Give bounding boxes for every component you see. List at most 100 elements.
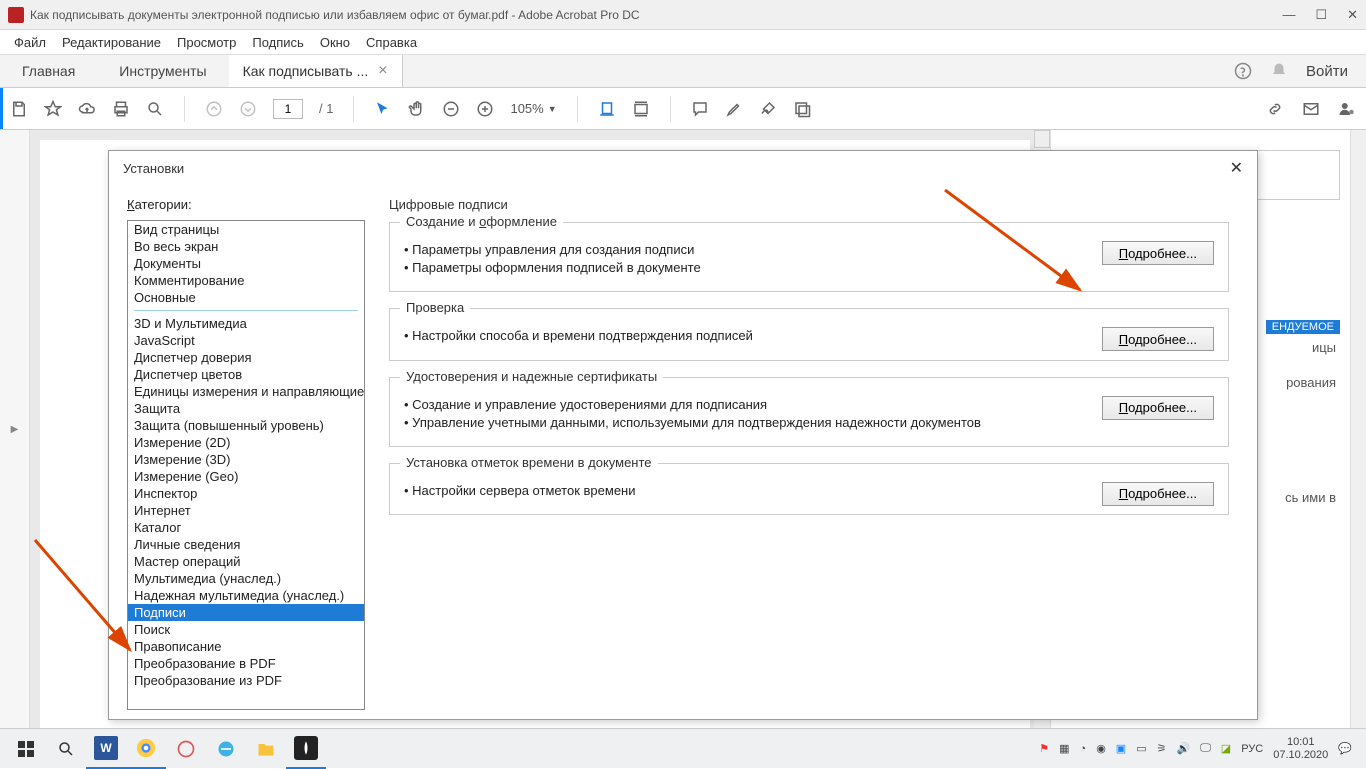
tab-document[interactable]: Как подписывать ... × bbox=[229, 55, 403, 87]
bullet-ident-2: Управление учетными данными, используемы… bbox=[404, 414, 1214, 432]
tray-clock[interactable]: 10:01 07.10.2020 bbox=[1273, 736, 1328, 760]
category-item[interactable]: Каталог bbox=[128, 519, 364, 536]
category-item[interactable]: Преобразование в PDF bbox=[128, 655, 364, 672]
zoom-level[interactable]: 105% ▼ bbox=[510, 101, 556, 116]
sign-icon[interactable] bbox=[759, 100, 777, 118]
dialog-close-icon[interactable]: ✕ bbox=[1230, 158, 1243, 178]
menu-view[interactable]: Просмотр bbox=[177, 35, 236, 50]
menu-sign[interactable]: Подпись bbox=[252, 35, 303, 50]
tray-language[interactable]: РУС bbox=[1241, 743, 1263, 755]
bullet-verify-1: Настройки способа и времени подтверждени… bbox=[404, 327, 1214, 345]
zoom-in-icon[interactable] bbox=[476, 100, 494, 118]
tray-icon-3[interactable]: ◉ bbox=[1096, 742, 1106, 755]
save-icon[interactable] bbox=[10, 100, 28, 118]
more-button-creation[interactable]: Подробнее... bbox=[1102, 241, 1214, 265]
taskbar-app-icon-1[interactable] bbox=[166, 729, 206, 769]
fit-width-icon[interactable] bbox=[598, 100, 616, 118]
more-button-timestamp[interactable]: Подробнее... bbox=[1102, 482, 1214, 506]
dialog-title: Установки bbox=[123, 161, 1230, 176]
start-button[interactable] bbox=[6, 729, 46, 769]
category-item[interactable]: Мультимедиа (унаслед.) bbox=[128, 570, 364, 587]
more-button-verification[interactable]: Подробнее... bbox=[1102, 327, 1214, 351]
share-icon[interactable] bbox=[1338, 100, 1356, 118]
category-item[interactable]: Защита (повышенный уровень) bbox=[128, 417, 364, 434]
category-item[interactable]: 3D и Мультимедиа bbox=[128, 315, 364, 332]
taskbar-explorer-icon[interactable] bbox=[246, 729, 286, 769]
tray-icon-usb[interactable]: ⚑ bbox=[1039, 742, 1049, 755]
categories-list[interactable]: Вид страницыВо весь экранДокументыКоммен… bbox=[127, 220, 365, 710]
link-icon[interactable] bbox=[1266, 100, 1284, 118]
tray-monitor-icon[interactable]: 🖵 bbox=[1200, 742, 1211, 755]
tray-icon-4[interactable]: ▣ bbox=[1116, 742, 1126, 755]
print-icon[interactable] bbox=[112, 100, 130, 118]
menu-help[interactable]: Справка bbox=[366, 35, 417, 50]
category-item[interactable]: Надежная мультимедиа (унаслед.) bbox=[128, 587, 364, 604]
help-icon[interactable] bbox=[1234, 62, 1252, 80]
category-item[interactable]: Поиск bbox=[128, 621, 364, 638]
search-icon[interactable] bbox=[146, 100, 164, 118]
close-button[interactable]: ✕ bbox=[1347, 7, 1358, 23]
minimize-button[interactable]: — bbox=[1282, 7, 1295, 23]
tray-volume-icon[interactable]: 🔊 bbox=[1176, 742, 1190, 755]
preferences-dialog: Установки ✕ Категории: Вид страницыВо ве… bbox=[108, 150, 1258, 720]
window-titlebar: Как подписывать документы электронной по… bbox=[0, 0, 1366, 30]
comment-icon[interactable] bbox=[691, 100, 709, 118]
tray-nvidia-icon[interactable]: ◪ bbox=[1221, 742, 1231, 755]
tab-close-icon[interactable]: × bbox=[378, 62, 387, 80]
taskbar-search-icon[interactable] bbox=[46, 729, 86, 769]
panel-scrollbar[interactable] bbox=[1350, 130, 1366, 728]
category-item[interactable]: Личные сведения bbox=[128, 536, 364, 553]
tray-wifi-icon[interactable]: ⚞ bbox=[1157, 742, 1167, 755]
system-tray: ⚑ ▦ ◔ ◉ ▣ ▭ ⚞ 🔊 🖵 ◪ РУС 10:01 07.10.2020… bbox=[1031, 736, 1360, 760]
pointer-icon[interactable] bbox=[374, 100, 392, 118]
menu-edit[interactable]: Редактирование bbox=[62, 35, 161, 50]
tab-tools[interactable]: Инструменты bbox=[97, 55, 228, 87]
category-item[interactable]: Во весь экран bbox=[128, 238, 364, 255]
zoom-out-icon[interactable] bbox=[442, 100, 460, 118]
category-item[interactable]: Вид страницы bbox=[128, 221, 364, 238]
tray-notifications-icon[interactable]: 💬 bbox=[1338, 742, 1352, 755]
taskbar-acrobat-icon[interactable] bbox=[286, 729, 326, 769]
category-item[interactable]: Правописание bbox=[128, 638, 364, 655]
category-item[interactable]: Мастер операций bbox=[128, 553, 364, 570]
tray-icon-1[interactable]: ▦ bbox=[1059, 742, 1069, 755]
star-icon[interactable] bbox=[44, 100, 62, 118]
page-input[interactable] bbox=[273, 99, 303, 119]
category-item[interactable]: Документы bbox=[128, 255, 364, 272]
category-item[interactable]: Защита bbox=[128, 400, 364, 417]
category-item[interactable]: Измерение (Geo) bbox=[128, 468, 364, 485]
hand-icon[interactable] bbox=[408, 100, 426, 118]
page-down-icon[interactable] bbox=[239, 100, 257, 118]
tray-battery-icon[interactable]: ▭ bbox=[1136, 742, 1146, 755]
stamp-icon[interactable] bbox=[793, 100, 811, 118]
category-item[interactable]: Измерение (2D) bbox=[128, 434, 364, 451]
category-item[interactable]: Комментирование bbox=[128, 272, 364, 289]
email-icon[interactable] bbox=[1302, 100, 1320, 118]
maximize-button[interactable]: ☐ bbox=[1315, 7, 1327, 23]
cloud-upload-icon[interactable] bbox=[78, 100, 96, 118]
more-button-identities[interactable]: Подробнее... bbox=[1102, 396, 1214, 420]
menu-window[interactable]: Окно bbox=[320, 35, 350, 50]
taskbar-ie-icon[interactable] bbox=[206, 729, 246, 769]
category-item[interactable]: Диспетчер цветов bbox=[128, 366, 364, 383]
notifications-icon[interactable] bbox=[1270, 62, 1288, 80]
tab-home[interactable]: Главная bbox=[0, 55, 97, 87]
side-panel-toggle[interactable]: ▶ bbox=[0, 130, 30, 728]
taskbar-chrome-icon[interactable] bbox=[126, 729, 166, 769]
category-item[interactable]: Преобразование из PDF bbox=[128, 672, 364, 689]
highlight-icon[interactable] bbox=[725, 100, 743, 118]
category-item[interactable]: Инспектор bbox=[128, 485, 364, 502]
fit-page-icon[interactable] bbox=[632, 100, 650, 118]
category-item[interactable]: Основные bbox=[128, 289, 364, 306]
tray-icon-2[interactable]: ◔ bbox=[1080, 743, 1087, 755]
category-item[interactable]: Интернет bbox=[128, 502, 364, 519]
category-item[interactable]: Диспетчер доверия bbox=[128, 349, 364, 366]
taskbar-word-icon[interactable]: W bbox=[86, 729, 126, 769]
category-item[interactable]: Единицы измерения и направляющие bbox=[128, 383, 364, 400]
category-item[interactable]: Подписи bbox=[128, 604, 364, 621]
page-up-icon[interactable] bbox=[205, 100, 223, 118]
category-item[interactable]: Измерение (3D) bbox=[128, 451, 364, 468]
category-item[interactable]: JavaScript bbox=[128, 332, 364, 349]
signin-button[interactable]: Войти bbox=[1306, 63, 1348, 80]
menu-file[interactable]: Файл bbox=[14, 35, 46, 50]
